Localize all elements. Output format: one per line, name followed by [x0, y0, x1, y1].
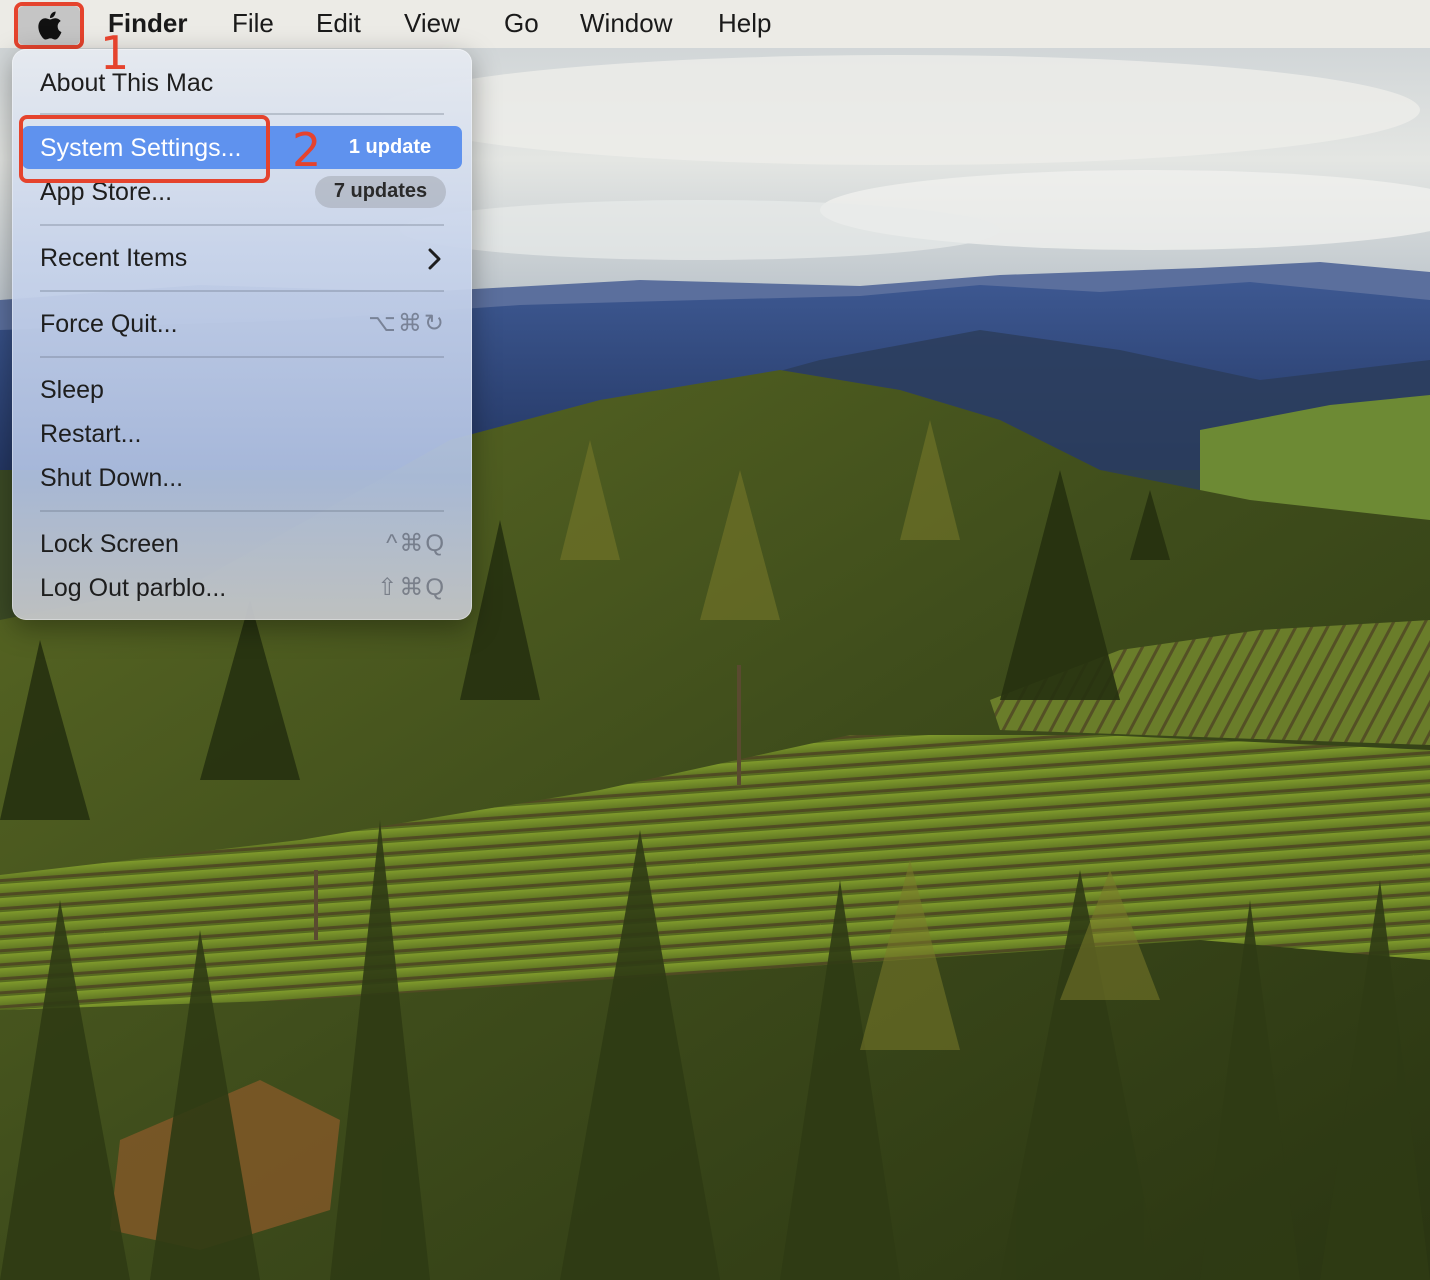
menu-separator: [40, 356, 444, 358]
menu-item-lock-screen[interactable]: Lock Screen: [40, 528, 179, 560]
menu-separator: [40, 224, 444, 226]
menu-bar: Finder File Edit View Go Window Help: [0, 0, 1430, 49]
menu-help[interactable]: Help: [718, 7, 771, 39]
menu-go[interactable]: Go: [504, 7, 539, 39]
menu-item-shut-down[interactable]: Shut Down...: [40, 462, 183, 494]
menu-window[interactable]: Window: [580, 7, 672, 39]
menu-file[interactable]: File: [232, 7, 274, 39]
app-store-updates-badge: 7 updates: [315, 176, 446, 208]
system-settings-update-badge: 1 update: [348, 136, 432, 158]
menu-item-force-quit[interactable]: Force Quit...: [40, 308, 178, 340]
menu-edit[interactable]: Edit: [316, 7, 361, 39]
annotation-box-apple: [14, 2, 84, 49]
menu-item-sleep[interactable]: Sleep: [40, 374, 104, 406]
menu-separator: [40, 510, 444, 512]
menu-separator: [40, 290, 444, 292]
chevron-right-icon: [428, 248, 441, 270]
annotation-step-2: 2: [292, 123, 322, 177]
annotation-box-system-settings: [19, 115, 270, 183]
lock-screen-shortcut: ^⌘Q: [386, 530, 446, 557]
annotation-step-1: 1: [100, 26, 130, 80]
menu-item-log-out[interactable]: Log Out parblo...: [40, 572, 226, 604]
force-quit-shortcut: ⌥⌘↻: [368, 310, 446, 337]
menu-item-recent-items[interactable]: Recent Items: [40, 242, 187, 274]
menu-view[interactable]: View: [404, 7, 460, 39]
menu-item-restart[interactable]: Restart...: [40, 418, 141, 450]
log-out-shortcut: ⇧⌘Q: [377, 574, 446, 601]
